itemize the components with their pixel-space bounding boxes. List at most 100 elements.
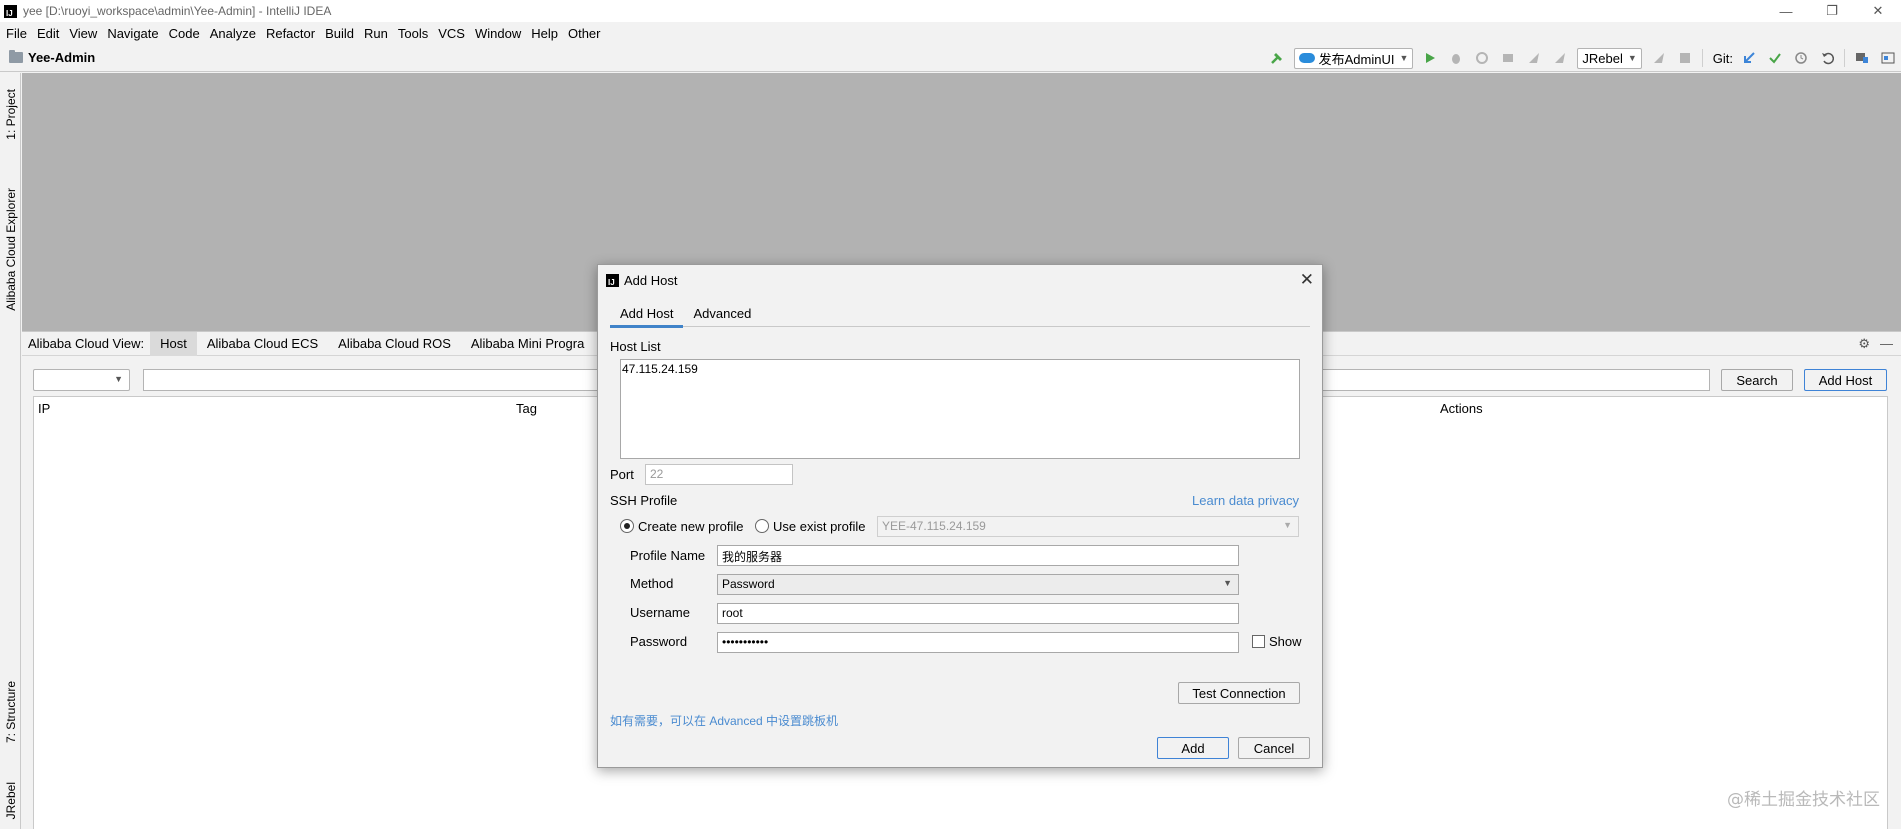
chevron-down-icon: ▼ [1627, 53, 1637, 63]
cancel-button[interactable]: Cancel [1238, 737, 1310, 759]
hide-panel-icon[interactable]: — [1880, 336, 1893, 352]
tab-host[interactable]: Host [150, 331, 197, 356]
menu-navigate[interactable]: Navigate [107, 26, 158, 41]
add-host-button[interactable]: Add Host [1804, 369, 1887, 391]
restore-icon[interactable]: ❐ [1809, 0, 1855, 22]
left-tool-stripe: 1: Project Alibaba Cloud Explorer 7: Str… [0, 73, 21, 829]
close-icon[interactable]: ✕ [1300, 270, 1314, 290]
tab-alibaba-mini-program[interactable]: Alibaba Mini Progra [461, 332, 594, 356]
tab-add-host[interactable]: Add Host [610, 299, 684, 328]
stop-icon[interactable] [1675, 48, 1695, 68]
menu-tools[interactable]: Tools [398, 26, 428, 41]
port-input[interactable]: 22 [645, 464, 793, 485]
column-ip[interactable]: IP [38, 401, 50, 416]
chevron-down-icon: ▼ [1283, 520, 1292, 530]
intellij-app-icon: IJ [4, 4, 17, 18]
create-new-profile-radio[interactable]: Create new profile [620, 519, 744, 534]
jrebel-combo[interactable]: JRebel ▼ [1577, 47, 1642, 69]
tab-advanced[interactable]: Advanced [683, 299, 761, 327]
project-structure-icon[interactable] [1852, 48, 1872, 68]
username-input[interactable]: root [717, 603, 1239, 624]
exist-profile-select[interactable]: YEE-47.115.24.159 ▼ [877, 516, 1299, 537]
menu-view[interactable]: View [69, 26, 97, 41]
show-password-checkbox[interactable]: Show [1252, 634, 1302, 649]
stripe-tab-project-label: 1: Project [3, 88, 18, 140]
search-button[interactable]: Search [1721, 369, 1793, 391]
chevron-down-icon: ▼ [114, 374, 123, 384]
stripe-tab-structure[interactable]: 7: Structure [0, 669, 21, 755]
profile-icon[interactable] [1498, 48, 1518, 68]
use-exist-profile-label: Use exist profile [773, 519, 866, 534]
menu-file[interactable]: File [6, 26, 27, 41]
stripe-tab-project[interactable]: 1: Project [0, 79, 21, 149]
menu-bar: File Edit View Navigate Code Analyze Ref… [0, 22, 1901, 44]
toolbar-separator [1844, 49, 1845, 67]
method-value: Password [722, 577, 775, 591]
run-config-combo[interactable]: 发布AdminUI ▼ [1293, 47, 1414, 69]
menu-refactor[interactable]: Refactor [266, 26, 315, 41]
add-host-dialog: IJ Add Host ✕ Add Host Advanced Host Lis… [597, 264, 1323, 768]
profile-name-label: Profile Name [630, 548, 706, 563]
username-label: Username [630, 605, 690, 620]
test-connection-button[interactable]: Test Connection [1178, 682, 1300, 704]
project-breadcrumb[interactable]: Yee-Admin [9, 50, 95, 65]
menu-run[interactable]: Run [364, 26, 388, 41]
git-rollback-icon[interactable] [1817, 48, 1837, 68]
jrebel-run-icon[interactable] [1524, 48, 1544, 68]
method-select[interactable]: Password ▼ [717, 574, 1239, 595]
tool-window-label: Alibaba Cloud View: [28, 336, 145, 351]
window-titlebar: IJ yee [D:\ruoyi_workspace\admin\Yee-Adm… [0, 0, 1901, 22]
menu-help[interactable]: Help [531, 26, 558, 41]
jrebel-combo-label: JRebel [1582, 50, 1623, 66]
host-list-label: Host List [610, 339, 661, 354]
run-icon[interactable] [1420, 48, 1440, 68]
coverage-icon[interactable] [1472, 48, 1492, 68]
cloud-deploy-icon [1298, 53, 1315, 63]
menu-analyze[interactable]: Analyze [210, 26, 256, 41]
gear-icon[interactable]: ⚙ [1858, 336, 1870, 352]
port-label: Port [610, 467, 634, 482]
git-commit-icon[interactable] [1765, 48, 1785, 68]
exist-profile-value: YEE-47.115.24.159 [882, 519, 986, 533]
tool-window-actions: ⚙ — [1848, 336, 1893, 352]
build-hammer-icon[interactable] [1267, 48, 1287, 68]
chevron-down-icon: ▼ [1223, 578, 1232, 588]
stripe-tab-jrebel[interactable]: JRebel [0, 773, 21, 829]
menu-edit[interactable]: Edit [37, 26, 59, 41]
menu-other[interactable]: Other [568, 26, 601, 41]
menu-vcs[interactable]: VCS [438, 26, 465, 41]
profile-name-input[interactable]: 我的服务器 [717, 545, 1239, 566]
window-title: yee [D:\ruoyi_workspace\admin\Yee-Admin]… [23, 4, 332, 18]
column-tag[interactable]: Tag [516, 401, 537, 416]
git-label: Git: [1712, 50, 1733, 66]
main-toolbar: 发布AdminUI ▼ JRebel ▼ Git: [1264, 44, 1901, 72]
menu-window[interactable]: Window [475, 26, 521, 41]
filter-combo[interactable]: ▼ [33, 369, 130, 391]
host-list-textarea[interactable]: 47.115.24.159 [620, 359, 1300, 459]
git-update-icon[interactable] [1739, 48, 1759, 68]
terminal-window-icon[interactable] [1878, 48, 1898, 68]
stripe-tab-cloud-explorer-label: Alibaba Cloud Explorer [3, 187, 18, 311]
jump-host-hint: 如有需要，可以在 Advanced 中设置跳板机 [610, 714, 839, 728]
jrebel-debug-icon[interactable] [1550, 48, 1570, 68]
intellij-app-icon: IJ [606, 273, 619, 287]
password-input[interactable]: ••••••••••• [717, 632, 1239, 653]
jrebel-update-icon[interactable] [1649, 48, 1669, 68]
menu-code[interactable]: Code [169, 26, 200, 41]
toolbar-separator [1701, 49, 1703, 67]
learn-data-privacy-link[interactable]: Learn data privacy [1192, 493, 1299, 508]
debug-icon[interactable] [1446, 48, 1466, 68]
checkbox-icon [1252, 635, 1265, 648]
git-history-icon[interactable] [1791, 48, 1811, 68]
close-window-icon[interactable]: ✕ [1855, 0, 1901, 22]
stripe-tab-cloud-explorer[interactable]: Alibaba Cloud Explorer [0, 165, 21, 333]
tab-alibaba-cloud-ecs[interactable]: Alibaba Cloud ECS [197, 332, 328, 356]
menu-build[interactable]: Build [325, 26, 354, 41]
stripe-tab-structure-label: 7: Structure [3, 680, 18, 744]
minimize-icon[interactable]: — [1763, 0, 1809, 22]
column-actions[interactable]: Actions [1440, 401, 1483, 416]
add-button[interactable]: Add [1157, 737, 1229, 759]
run-config-label: 发布AdminUI [1318, 51, 1395, 67]
use-exist-profile-radio[interactable]: Use exist profile [755, 519, 865, 534]
tab-alibaba-cloud-ros[interactable]: Alibaba Cloud ROS [328, 332, 461, 356]
